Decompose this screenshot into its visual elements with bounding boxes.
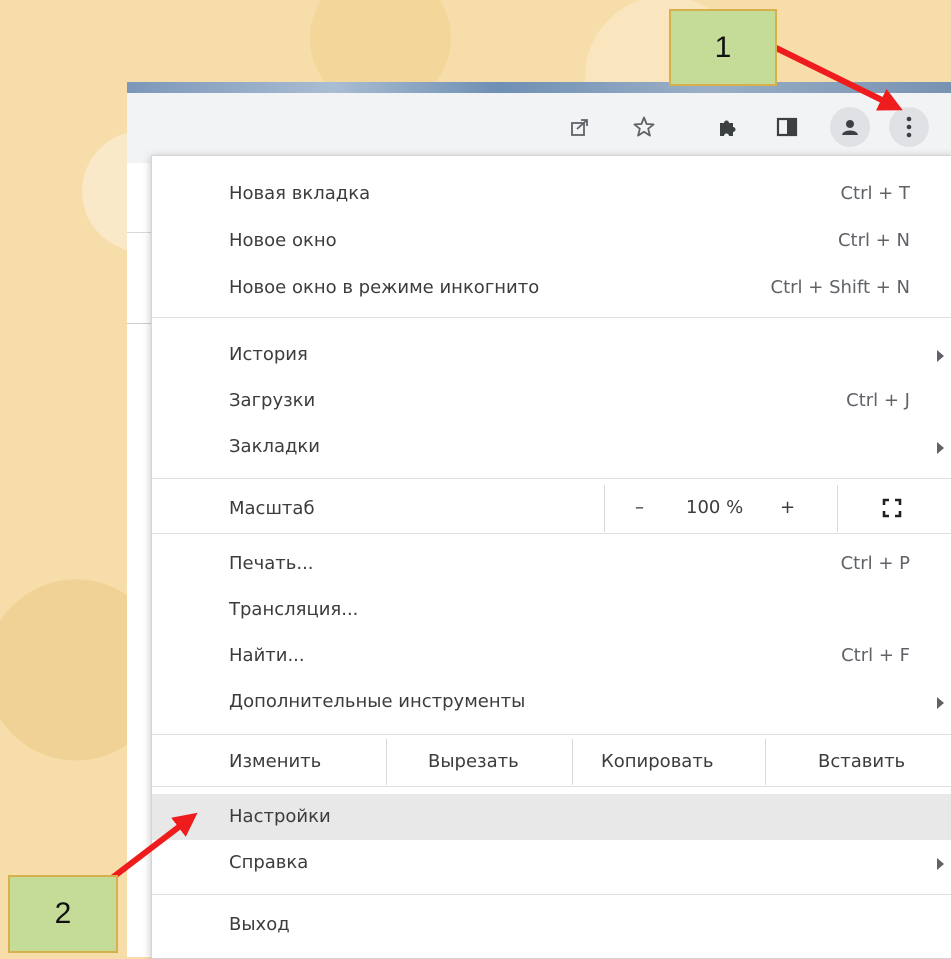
arrow-to-menu-button (766, 41, 903, 111)
callout-step-2: 2 (8, 875, 118, 953)
callout-arrows (102, 41, 903, 887)
callout-step-1: 1 (669, 9, 777, 86)
